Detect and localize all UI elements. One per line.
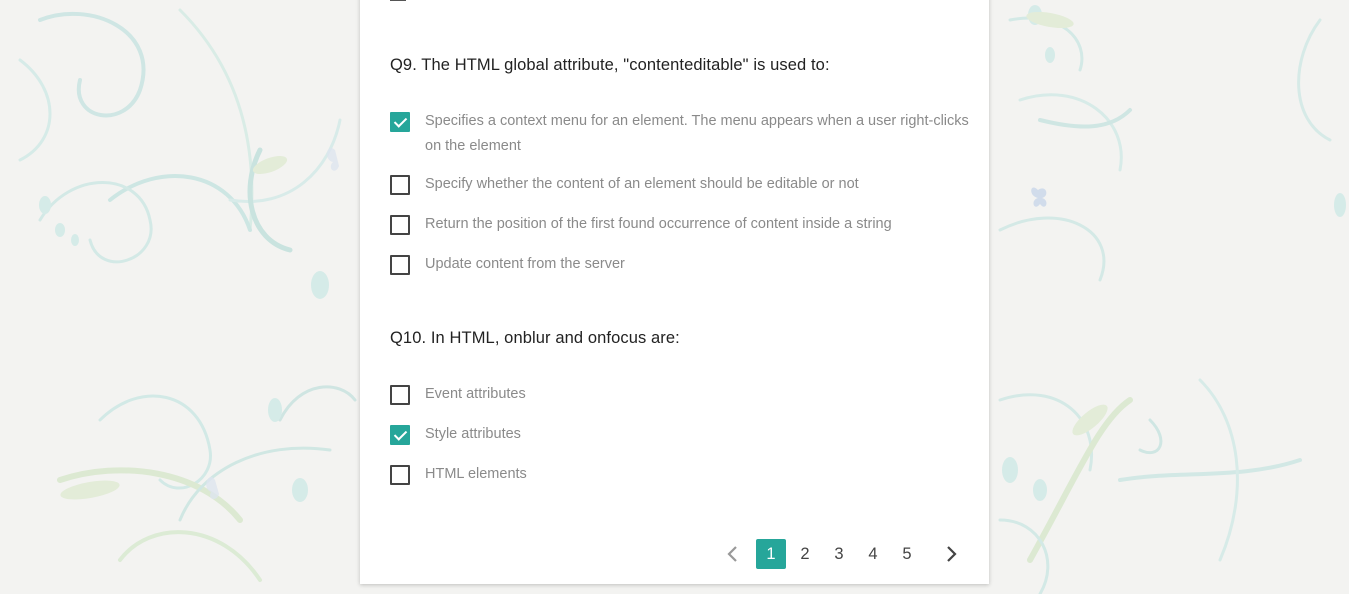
answer-label: Update content from the server (425, 256, 625, 272)
answer-label: Return the position of the first found o… (425, 216, 892, 232)
answer-option[interactable]: Specifies a context menu for an element.… (390, 111, 985, 159)
previous-checkbox[interactable] (390, 0, 406, 1)
answer-label: Specify whether the content of an elemen… (425, 176, 859, 192)
pagination: 1 2 3 4 5 (718, 539, 966, 569)
next-page-button[interactable] (936, 539, 966, 569)
checkbox[interactable] (390, 112, 410, 132)
checkbox[interactable] (390, 255, 410, 275)
page-button-3[interactable]: 3 (824, 539, 854, 569)
answer-option[interactable]: Return the position of the first found o… (390, 214, 985, 237)
checkbox[interactable] (390, 175, 410, 195)
page-button-5[interactable]: 5 (892, 539, 922, 569)
answer-option[interactable]: Style attributes (390, 424, 985, 447)
answer-label: HTML elements (425, 466, 527, 482)
answer-option[interactable]: Event attributes (390, 384, 985, 407)
page-button-2[interactable]: 2 (790, 539, 820, 569)
answer-option[interactable]: Specify whether the content of an elemen… (390, 174, 985, 197)
previous-page-button[interactable] (718, 539, 748, 569)
checkbox[interactable] (390, 215, 410, 235)
page-button-4[interactable]: 4 (858, 539, 888, 569)
page-button-1[interactable]: 1 (756, 539, 786, 569)
checkbox[interactable] (390, 425, 410, 445)
checkbox[interactable] (390, 385, 410, 405)
chevron-right-icon (947, 546, 957, 562)
chevron-left-icon (727, 546, 737, 562)
answer-label: Style attributes (425, 426, 521, 442)
question-title: Q9. The HTML global attribute, "contente… (390, 56, 830, 74)
checkbox[interactable] (390, 465, 410, 485)
quiz-card: Q9. The HTML global attribute, "contente… (360, 0, 989, 584)
answer-label: Event attributes (425, 386, 526, 402)
answer-option[interactable]: Update content from the server (390, 254, 985, 277)
answer-label: Specifies a context menu for an element.… (425, 113, 969, 154)
answer-option[interactable]: HTML elements (390, 464, 985, 487)
question-title: Q10. In HTML, onblur and onfocus are: (390, 329, 680, 347)
